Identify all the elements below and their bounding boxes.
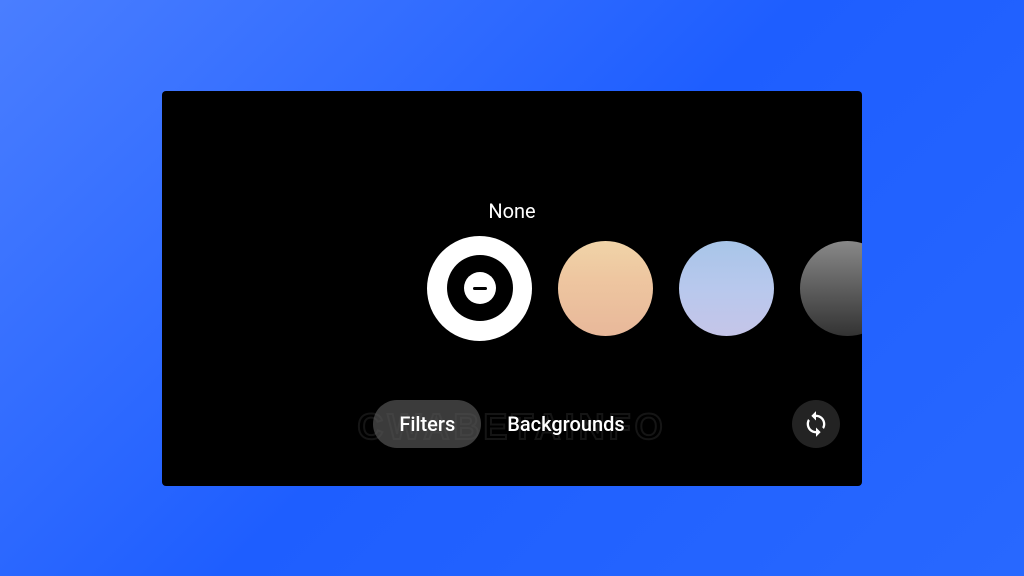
filters-row <box>427 236 862 341</box>
refresh-icon <box>802 410 830 438</box>
filter-option-bw[interactable] <box>800 241 862 336</box>
bottom-controls: Filters Backgrounds <box>162 400 862 448</box>
filter-none-ring <box>447 255 513 321</box>
camera-flip-button[interactable] <box>792 400 840 448</box>
mode-toggle-group: Filters Backgrounds <box>373 400 650 448</box>
camera-filter-window: None CWABETAINFO Filters Backgrounds <box>162 91 862 486</box>
filter-option-warm[interactable] <box>558 241 653 336</box>
filter-none-center <box>464 272 496 304</box>
filter-option-none[interactable] <box>427 236 532 341</box>
minus-icon <box>473 287 487 290</box>
filters-tab[interactable]: Filters <box>373 400 481 448</box>
selected-filter-label: None <box>488 199 535 223</box>
backgrounds-tab[interactable]: Backgrounds <box>481 400 650 448</box>
filter-option-cool[interactable] <box>679 241 774 336</box>
